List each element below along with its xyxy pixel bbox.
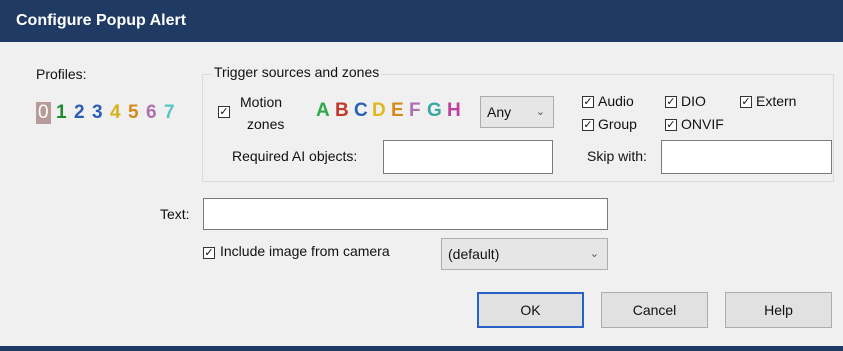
motion-zones-label-line1: Motion: [240, 94, 283, 110]
profile-0[interactable]: 0: [36, 102, 51, 124]
extern-label: Extern: [756, 93, 797, 109]
profile-7[interactable]: 7: [164, 102, 175, 124]
include-image-checkbox[interactable]: ✓: [203, 247, 215, 259]
zone-c[interactable]: C: [354, 100, 368, 122]
checkmark-icon: ✓: [666, 118, 676, 131]
onvif-checkbox[interactable]: ✓: [665, 119, 677, 131]
skip-with-input[interactable]: [661, 140, 832, 174]
cancel-button[interactable]: Cancel: [601, 292, 708, 328]
profile-2[interactable]: 2: [74, 102, 85, 124]
profiles-label: Profiles:: [36, 66, 87, 82]
camera-select[interactable]: (default) ⌄: [441, 238, 608, 270]
include-image-label: Include image from camera: [220, 243, 390, 259]
zone-mode-value: Any: [487, 104, 512, 120]
zone-g[interactable]: G: [427, 100, 442, 122]
trigger-group-title: Trigger sources and zones: [212, 64, 382, 80]
group-label: Group: [598, 116, 637, 132]
checkmark-icon: ✓: [583, 118, 593, 131]
text-label: Text:: [160, 206, 190, 222]
required-ai-objects-input[interactable]: [383, 140, 553, 174]
profile-3[interactable]: 3: [92, 102, 103, 124]
window-bottom-edge: [0, 346, 843, 351]
camera-select-value: (default): [448, 246, 500, 262]
skip-with-label: Skip with:: [587, 148, 647, 164]
extern-checkbox[interactable]: ✓: [740, 96, 752, 108]
profile-1[interactable]: 1: [56, 102, 67, 124]
dio-checkbox[interactable]: ✓: [665, 96, 677, 108]
zone-b[interactable]: B: [335, 100, 349, 122]
ok-button[interactable]: OK: [477, 292, 584, 328]
motion-zones-checkbox[interactable]: ✓: [218, 106, 230, 118]
zone-h[interactable]: H: [447, 100, 461, 122]
required-ai-objects-label: Required AI objects:: [232, 148, 358, 164]
checkmark-icon: ✓: [741, 95, 751, 108]
zone-f[interactable]: F: [409, 100, 421, 122]
checkmark-icon: ✓: [219, 105, 229, 118]
audio-checkbox[interactable]: ✓: [582, 96, 594, 108]
help-button[interactable]: Help: [725, 292, 832, 328]
chevron-down-icon: ⌄: [589, 248, 599, 260]
dialog-title: Configure Popup Alert: [0, 0, 843, 42]
checkmark-icon: ✓: [666, 95, 676, 108]
checkmark-icon: ✓: [204, 246, 214, 259]
profile-4[interactable]: 4: [110, 102, 121, 124]
checkmark-icon: ✓: [583, 95, 593, 108]
zone-e[interactable]: E: [391, 100, 404, 122]
motion-zones-label-line2: zones: [247, 116, 285, 132]
onvif-label: ONVIF: [681, 116, 724, 132]
zone-mode-select[interactable]: Any ⌄: [480, 96, 554, 128]
profile-5[interactable]: 5: [128, 102, 139, 124]
text-input[interactable]: [203, 198, 608, 230]
chevron-down-icon: ⌄: [535, 106, 545, 118]
group-checkbox[interactable]: ✓: [582, 119, 594, 131]
audio-label: Audio: [598, 93, 634, 109]
profile-6[interactable]: 6: [146, 102, 157, 124]
dio-label: DIO: [681, 93, 706, 109]
zone-a[interactable]: A: [316, 100, 330, 122]
zone-d[interactable]: D: [372, 100, 386, 122]
dialog-window: Configure Popup Alert Profiles: 01234567…: [0, 0, 843, 351]
